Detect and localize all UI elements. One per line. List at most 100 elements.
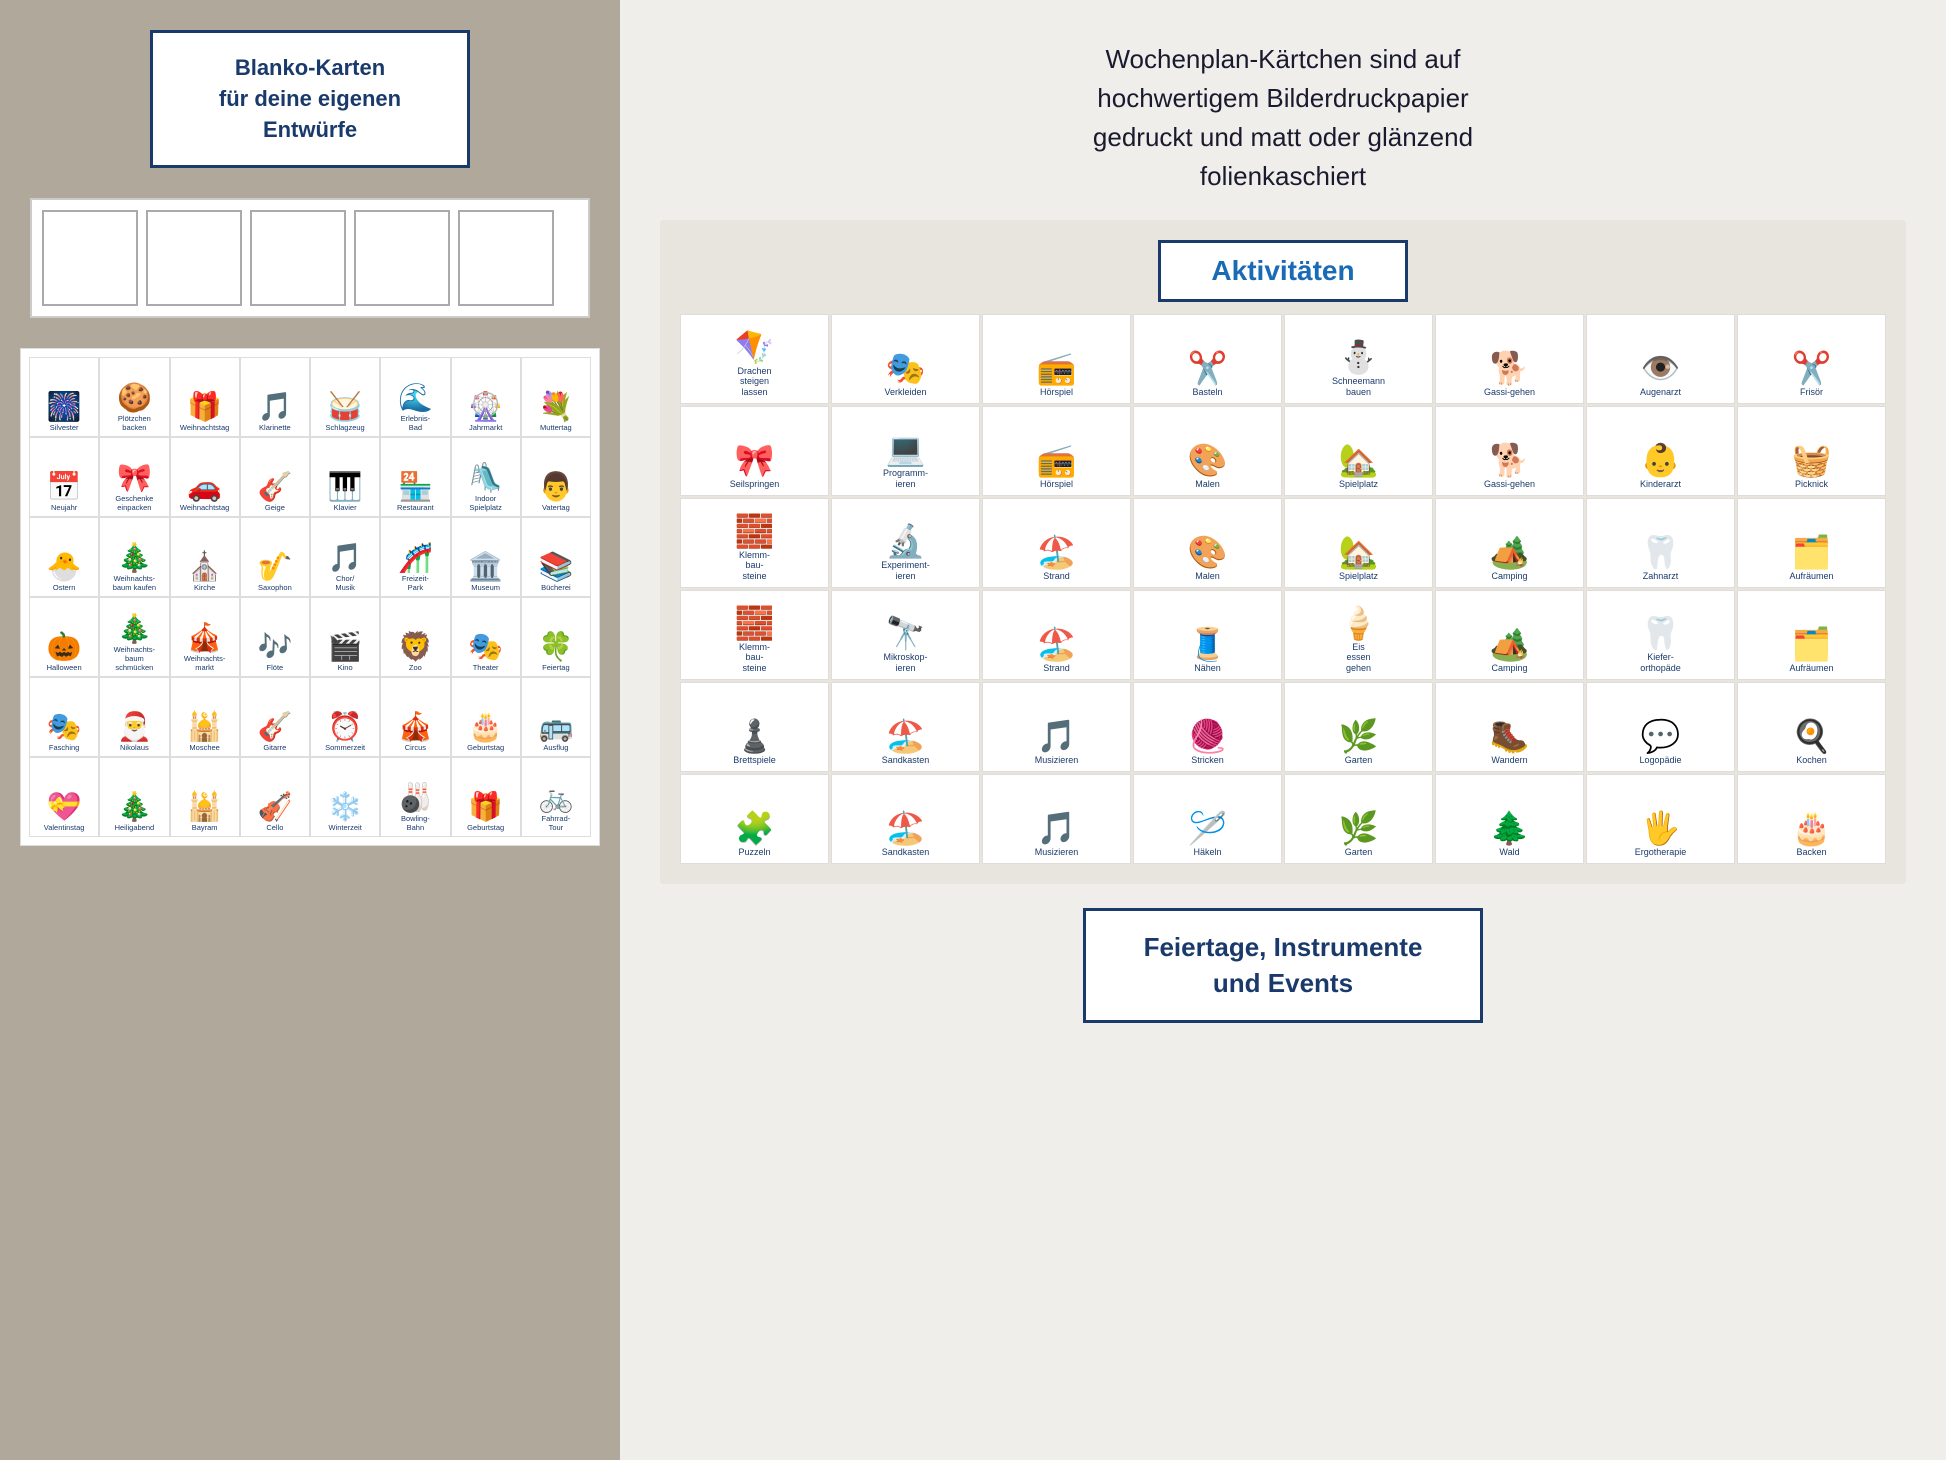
aktivitaten-section: Aktivitäten 🪁Drachensteigenlassen🎭Verkle…	[660, 220, 1906, 884]
grid-label: Fasching	[49, 743, 79, 752]
akt-item: 🧩Puzzeln	[680, 774, 829, 864]
grid-item: 🎹Klavier	[310, 437, 380, 517]
akt-label: Kiefer-orthopäde	[1640, 652, 1681, 674]
akt-item: 🏖️Strand	[982, 590, 1131, 680]
grid-item: 🎃Halloween	[29, 597, 99, 677]
akt-label: Sandkasten	[882, 755, 930, 766]
grid-icon: 🎭	[468, 633, 503, 661]
grid-item: 🏛️Museum	[451, 517, 521, 597]
grid-icon: ❄️	[328, 793, 363, 821]
grid-item: 🎶Flöte	[240, 597, 310, 677]
grid-label: Restaurant	[397, 503, 434, 512]
akt-label: Strand	[1043, 571, 1070, 582]
grid-label: Gitarre	[263, 743, 286, 752]
grid-icon: 🎶	[257, 633, 292, 661]
akt-item: 🎵Musizieren	[982, 682, 1131, 772]
akt-item: 👶Kinderarzt	[1586, 406, 1735, 496]
akt-label: Klemm-bau-steine	[739, 642, 770, 674]
akt-icon: 🎂	[1792, 812, 1832, 844]
akt-item: ♟️Brettspiele	[680, 682, 829, 772]
akt-item: 🌿Garten	[1284, 682, 1433, 772]
grid-label: Geschenkeeinpacken	[115, 494, 153, 512]
akt-label: Wald	[1499, 847, 1519, 858]
grid-item: 🕌Moschee	[170, 677, 240, 757]
grid-item: 🎸Geige	[240, 437, 310, 517]
akt-label: Aufräumen	[1789, 571, 1833, 582]
grid-icon: 👨	[538, 473, 573, 501]
akt-icon: 🎀	[735, 444, 775, 476]
akt-icon: 🏖️	[1037, 536, 1077, 568]
akt-label: Camping	[1491, 663, 1527, 674]
grid-item: 🥁Schlagzeug	[310, 357, 380, 437]
akt-item: 🏖️ Strand	[982, 498, 1131, 588]
grid-item: 🎳Bowling-Bahn	[380, 757, 450, 837]
akt-label: Aufräumen	[1789, 663, 1833, 674]
grid-label: Plötzchenbacken	[118, 414, 151, 432]
akt-label: Musizieren	[1035, 755, 1079, 766]
akt-label: Verkleiden	[884, 387, 926, 398]
akt-item: 🪁Drachensteigenlassen	[680, 314, 829, 404]
akt-label: Frisör	[1800, 387, 1823, 398]
grid-label: Nikolaus	[120, 743, 149, 752]
akt-item: 🔬Experiment-ieren	[831, 498, 980, 588]
akt-item: 🏖️Sandkasten	[831, 682, 980, 772]
akt-label: Wandern	[1491, 755, 1527, 766]
akt-icon: 💻	[886, 433, 926, 465]
grid-item: 🌊Erlebnis-Bad	[380, 357, 450, 437]
grid-icon: ⏰	[328, 713, 363, 741]
left-grid: 🎆Silvester🍪Plötzchenbacken🎁Weihnachtstag…	[29, 357, 591, 837]
grid-item: 🚌Ausflug	[521, 677, 591, 757]
right-panel: Wochenplan-Kärtchen sind auf hochwertige…	[620, 0, 1946, 1460]
grid-icon: 🎢	[398, 544, 433, 572]
grid-label: Klavier	[334, 503, 357, 512]
akt-item: 🧺Picknick	[1737, 406, 1886, 496]
grid-icon: 🎷	[257, 553, 292, 581]
akt-label: Stricken	[1191, 755, 1224, 766]
description-text: Wochenplan-Kärtchen sind auf hochwertige…	[660, 40, 1906, 196]
grid-icon: 🕌	[187, 793, 222, 821]
left-panel: Blanko-Karten für deine eigenen Entwürfe…	[0, 0, 620, 1460]
grid-label: Zoo	[409, 663, 422, 672]
akt-label: Malen	[1195, 571, 1220, 582]
grid-label: Geburtstag	[467, 823, 504, 832]
grid-icon: 🎡	[468, 393, 503, 421]
akt-item: 🥾Wandern	[1435, 682, 1584, 772]
grid-item: 🎁Geburtstag	[451, 757, 521, 837]
akt-label: Schneemannbauen	[1332, 376, 1385, 398]
grid-item: 🎭Theater	[451, 597, 521, 677]
akt-item: 🎵Musizieren	[982, 774, 1131, 864]
grid-label: Valentinstag	[44, 823, 85, 832]
grid-icon: 🎵	[257, 393, 292, 421]
grid-item: 🎷 Saxophon	[240, 517, 310, 597]
akt-item: 🧱Klemm-bau-steine	[680, 498, 829, 588]
akt-icon: 👁️	[1641, 352, 1681, 384]
grid-icon: 🎻	[257, 793, 292, 821]
akt-label: Gassi-gehen	[1484, 387, 1535, 398]
grid-icon: 🏛️	[468, 553, 503, 581]
akt-icon: 🌿	[1339, 812, 1379, 844]
akt-item: 🐕Gassi-gehen	[1435, 406, 1584, 496]
grid-icon: 📚	[538, 553, 573, 581]
akt-icon: ✂️	[1792, 352, 1832, 384]
grid-item: 🎻Cello	[240, 757, 310, 837]
grid-item: 👨Vatertag	[521, 437, 591, 517]
akt-label: Spielplatz	[1339, 571, 1378, 582]
akt-label: Picknick	[1795, 479, 1828, 490]
grid-item: 🎸Gitarre	[240, 677, 310, 757]
grid-item: 🦁Zoo	[380, 597, 450, 677]
grid-item: 💝Valentinstag	[29, 757, 99, 837]
akt-item: 🧶Stricken	[1133, 682, 1282, 772]
blanko-box: Blanko-Karten für deine eigenen Entwürfe	[150, 30, 470, 168]
akt-label: Brettspiele	[733, 755, 776, 766]
akt-item: ✂️Basteln	[1133, 314, 1282, 404]
akt-label: Garten	[1345, 755, 1373, 766]
akt-item: 🖐️Ergotherapie	[1586, 774, 1735, 864]
grid-item: 🎀Geschenkeeinpacken	[99, 437, 169, 517]
grid-icon: 🚗	[187, 473, 222, 501]
grid-label: Saxophon	[258, 583, 292, 592]
akt-item: 💬Logopädie	[1586, 682, 1735, 772]
grid-icon: 🥁	[328, 393, 363, 421]
akt-item: ⛄Schneemannbauen	[1284, 314, 1433, 404]
grid-icon: ⛪	[187, 553, 222, 581]
grid-icon: 🎄	[117, 793, 152, 821]
